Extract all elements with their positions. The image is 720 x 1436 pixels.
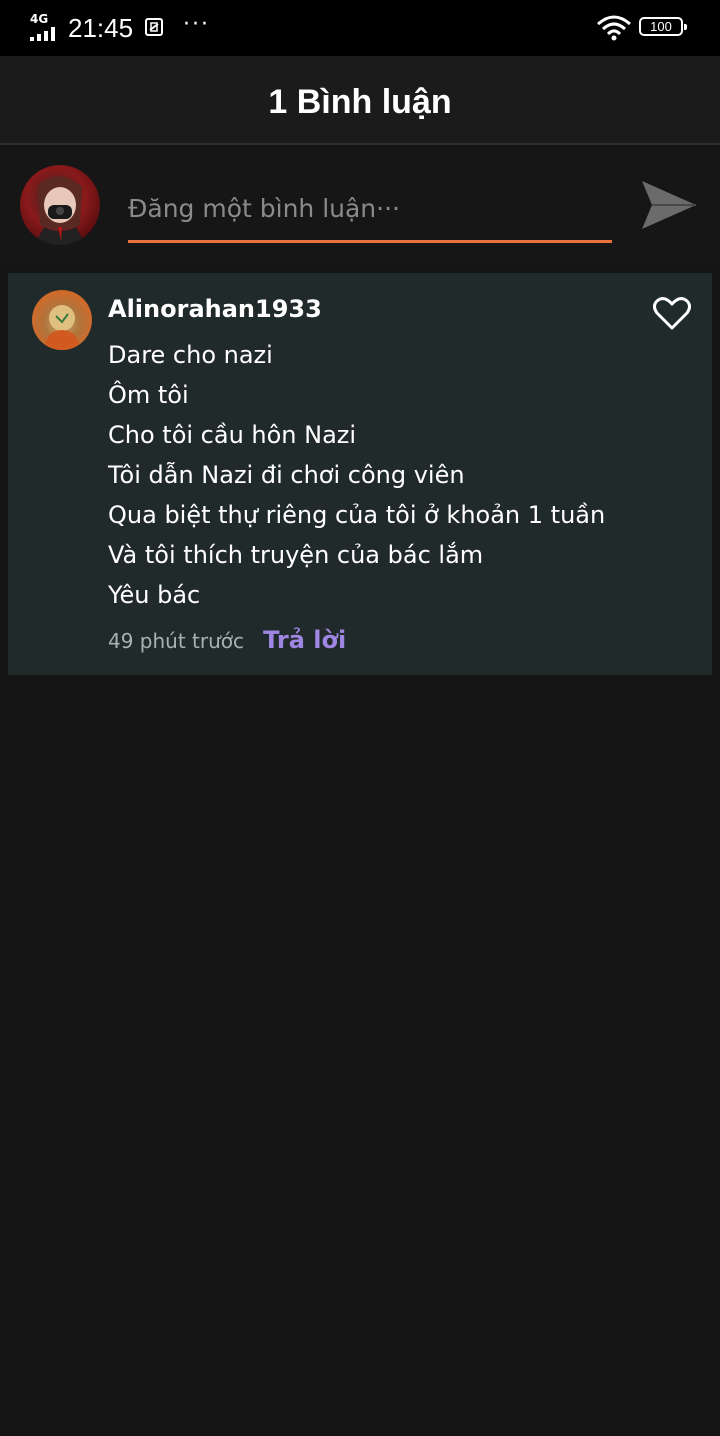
send-icon[interactable] xyxy=(638,177,700,233)
battery-level: 100 xyxy=(650,19,672,34)
comment-card: Alinorahan1933 Dare cho nazi Ôm tôi Cho … xyxy=(8,273,712,675)
comment-timestamp: 49 phút trước xyxy=(108,629,245,653)
header: 1 Bình luận xyxy=(0,56,720,145)
wifi-icon xyxy=(597,15,631,41)
comment-line: Cho tôi cầu hôn Nazi xyxy=(108,421,357,449)
compose-bar xyxy=(0,147,720,265)
comment-username[interactable]: Alinorahan1933 xyxy=(108,293,322,325)
reply-button[interactable]: Trả lời xyxy=(263,626,346,654)
comment-input[interactable] xyxy=(128,177,612,243)
comment-line: Yêu bác xyxy=(108,581,201,609)
battery-icon: 100 xyxy=(639,17,687,36)
status-bar: 4G 21:45 ··· 100 xyxy=(0,0,720,56)
comment-line: Ôm tôi xyxy=(108,381,189,409)
comment-line: Dare cho nazi xyxy=(108,341,273,369)
comment-line: Tôi dẫn Nazi đi chơi công viên xyxy=(108,461,465,489)
screenshot-icon xyxy=(145,18,163,36)
comment-body: Dare cho nazi Ôm tôi Cho tôi cầu hôn Naz… xyxy=(108,335,605,615)
comment-line: Qua biệt thự riêng của tôi ở khoản 1 tuầ… xyxy=(108,501,606,529)
page-title: 1 Bình luận xyxy=(268,83,452,121)
comment-line: Và tôi thích truyện của bác lắm xyxy=(108,541,484,569)
comment-meta: 49 phút trước Trả lời xyxy=(108,624,346,659)
status-time: 21:45 xyxy=(68,13,134,43)
network-type: 4G xyxy=(30,12,49,26)
my-avatar[interactable] xyxy=(20,165,100,245)
user-avatar[interactable] xyxy=(32,290,92,350)
more-notifications-icon: ··· xyxy=(183,12,210,37)
heart-icon[interactable] xyxy=(652,296,692,332)
